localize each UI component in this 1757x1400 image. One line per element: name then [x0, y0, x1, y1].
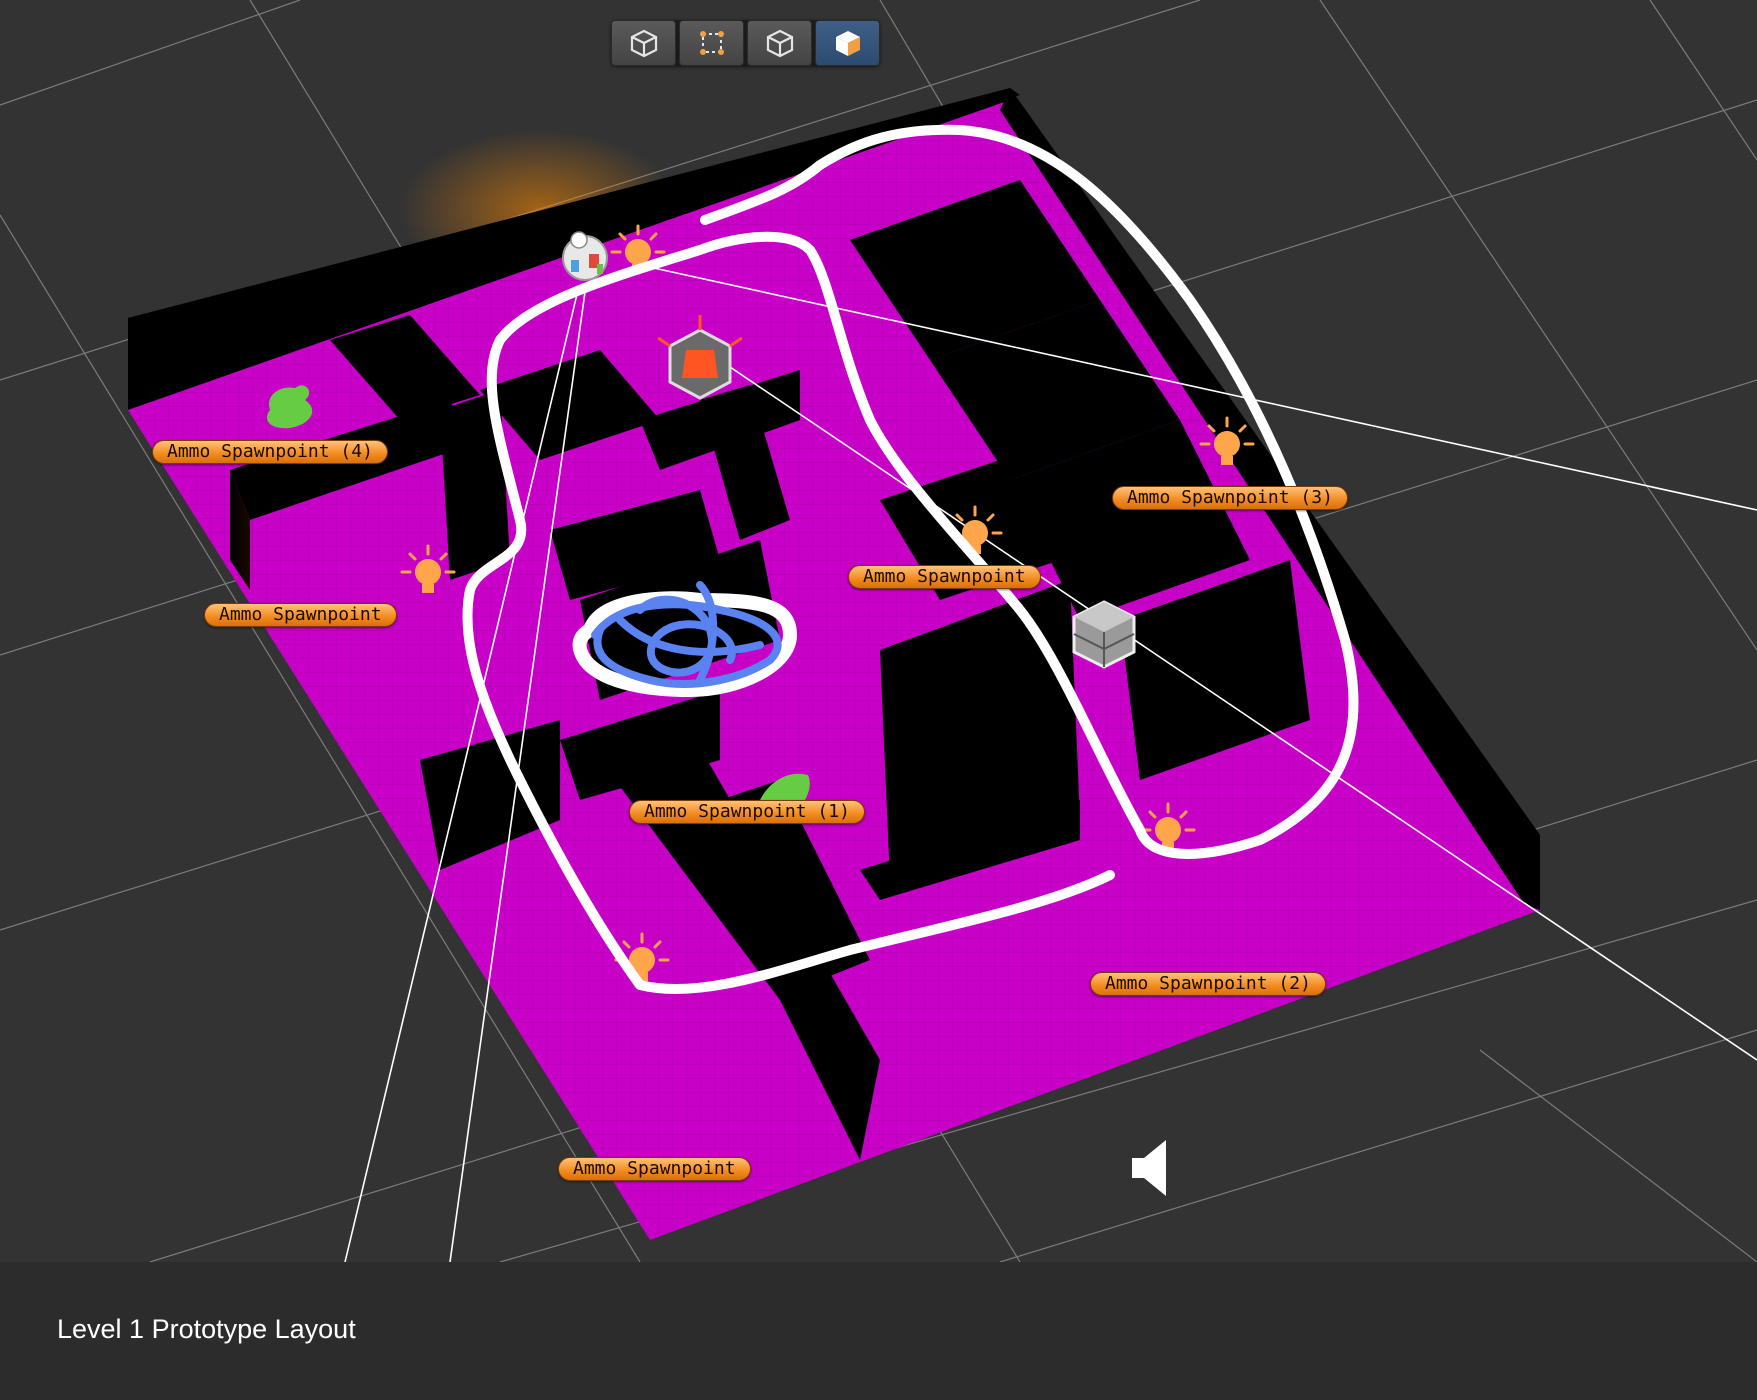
ammo-spawnpoint-label[interactable]: Ammo Spawnpoint (1): [629, 800, 865, 824]
ammo-spawnpoint-label[interactable]: Ammo Spawnpoint: [204, 603, 397, 627]
scene-viewport[interactable]: Ammo Spawnpoint (4) Ammo Spawnpoint (3) …: [0, 0, 1757, 1262]
crate-icon: [1072, 600, 1136, 669]
ammo-spawnpoint-label[interactable]: Ammo Spawnpoint (3): [1112, 486, 1348, 510]
cube-solid-icon: [766, 29, 793, 58]
ammo-spawnpoint-label[interactable]: Ammo Spawnpoint: [848, 565, 1041, 589]
tool-button-solid[interactable]: [747, 20, 812, 66]
image-caption: Level 1 Prototype Layout: [57, 1314, 356, 1344]
tool-button-wireframe[interactable]: [611, 20, 676, 66]
ammo-spawnpoint-label[interactable]: Ammo Spawnpoint: [558, 1157, 751, 1181]
tool-button-shaded[interactable]: [815, 20, 880, 66]
tool-button-rect[interactable]: [679, 20, 744, 66]
cube-outline-icon: [630, 29, 657, 58]
level-scene: [0, 0, 1757, 1262]
speaker-icon[interactable]: [1130, 1138, 1174, 1198]
cube-shaded-icon: [835, 31, 860, 56]
rect-transform-icon: [699, 31, 724, 55]
ammo-spawnpoint-label[interactable]: Ammo Spawnpoint (4): [152, 440, 388, 464]
scene-toolbar: [611, 20, 880, 66]
ammo-spawnpoint-label[interactable]: Ammo Spawnpoint (2): [1090, 972, 1326, 996]
